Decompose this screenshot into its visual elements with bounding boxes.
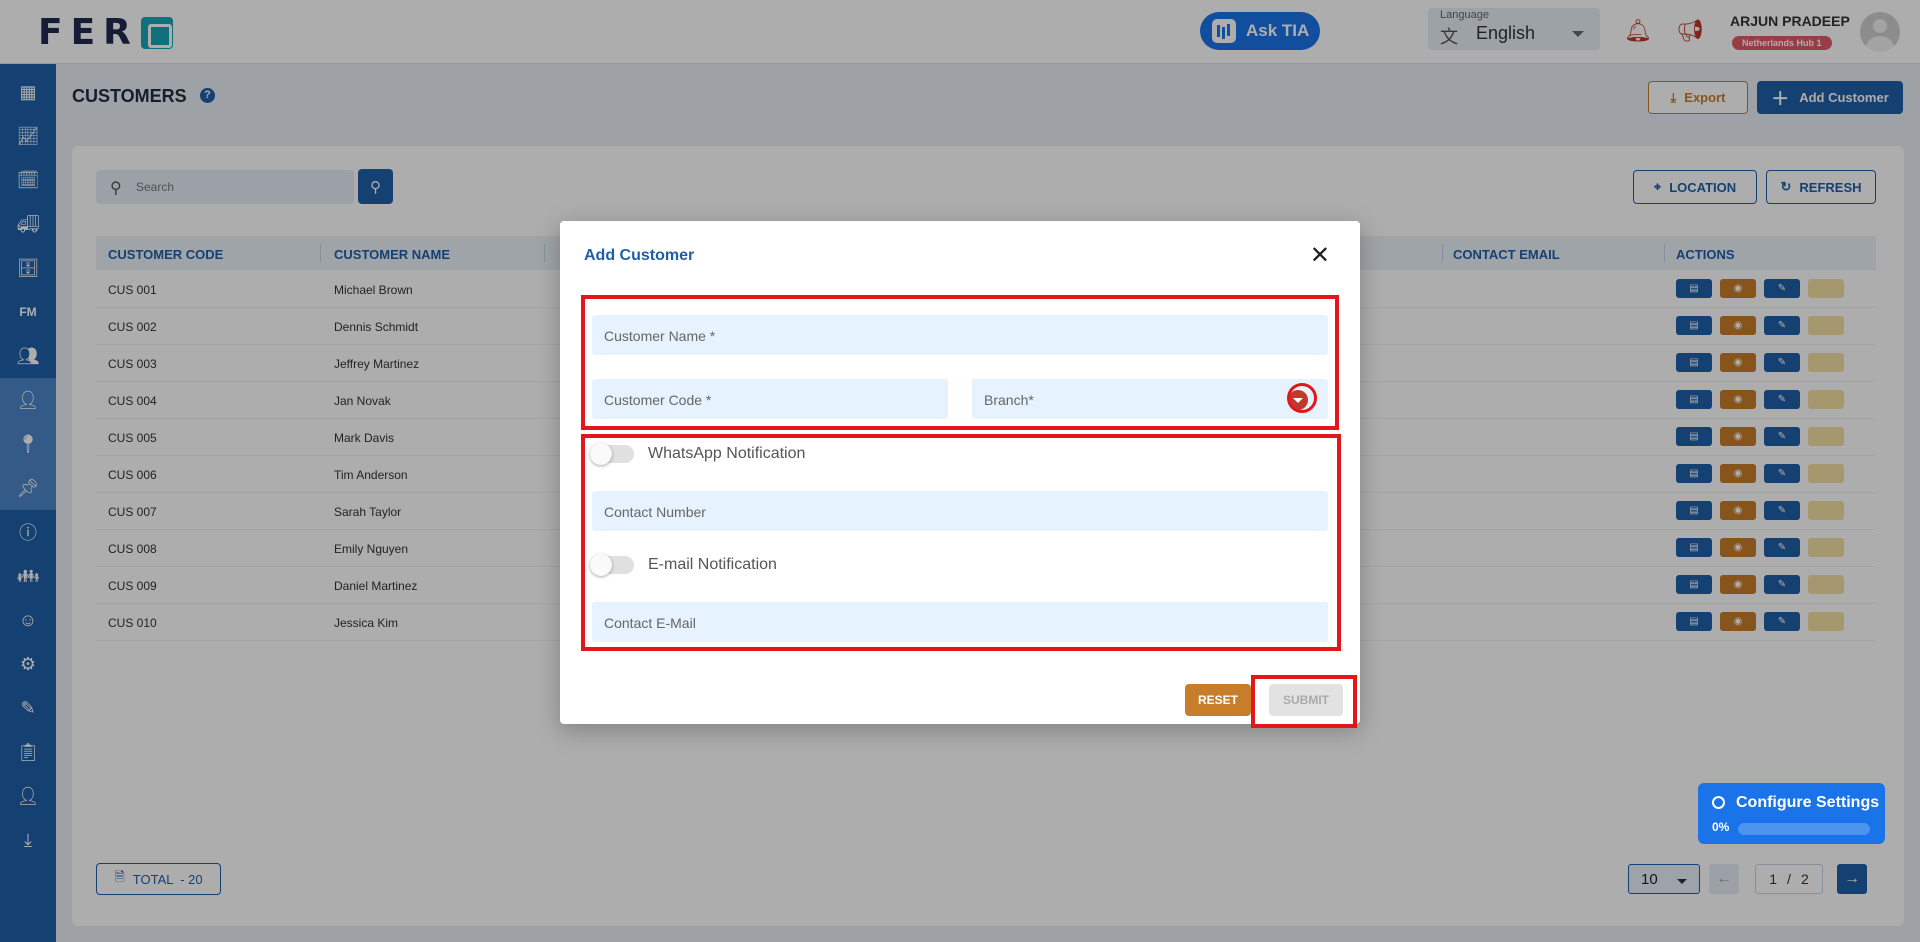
close-icon[interactable]: ✕ (1310, 241, 1330, 270)
configure-percent: 0% (1712, 820, 1730, 834)
dialog-title: Add Customer (584, 247, 695, 264)
progress-circle-icon (1712, 796, 1725, 809)
configure-progress-bar (1738, 823, 1870, 835)
highlight-box (1251, 675, 1357, 728)
reset-button[interactable]: RESET (1185, 684, 1251, 716)
highlight-circle (1287, 383, 1317, 413)
configure-settings-widget[interactable]: Configure Settings 0% (1698, 783, 1885, 844)
highlight-box (581, 295, 1339, 430)
configure-title: Configure Settings (1736, 794, 1880, 811)
highlight-box (581, 434, 1341, 651)
